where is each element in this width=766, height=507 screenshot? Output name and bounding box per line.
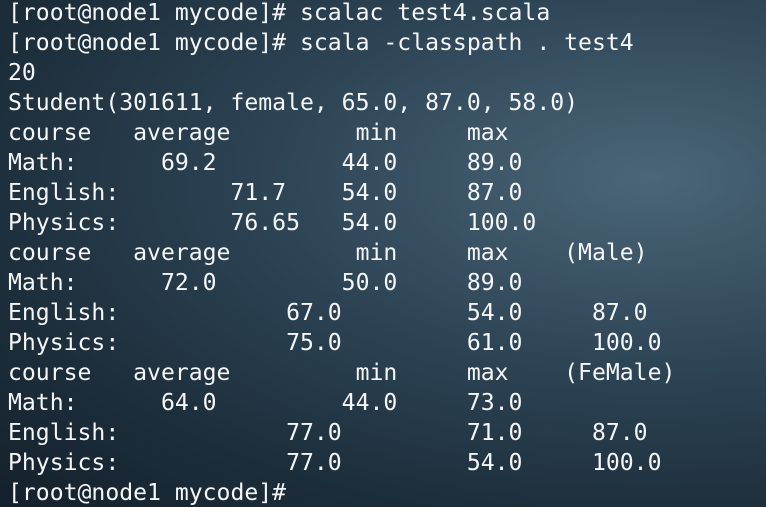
table-row: Math: 72.0 50.0 89.0 xyxy=(8,270,523,296)
table-row: English: 67.0 54.0 87.0 xyxy=(8,300,648,326)
terminal-prompt[interactable]: [root@node1 mycode]# xyxy=(8,478,675,507)
table-row: English: 77.0 71.0 87.0 xyxy=(8,420,648,446)
terminal-line-output: 20 xyxy=(8,60,36,86)
prompt-text: [root@node1 mycode]# xyxy=(8,480,287,506)
table-header-overall: course average min max xyxy=(8,120,509,146)
terminal-output: [root@node1 mycode]# scalac test4.scala [… xyxy=(8,0,675,507)
table-header-male: course average min max (Male) xyxy=(8,240,648,266)
table-row: Physics: 76.65 54.0 100.0 xyxy=(8,210,537,236)
table-row: Physics: 77.0 54.0 100.0 xyxy=(8,450,662,476)
terminal-window[interactable]: [root@node1 mycode]# scalac test4.scala [… xyxy=(0,0,766,507)
table-header-female: course average min max (FeMale) xyxy=(8,360,676,386)
terminal-line-command: [root@node1 mycode]# scala -classpath . … xyxy=(8,30,634,56)
table-row: Math: 69.2 44.0 89.0 xyxy=(8,150,523,176)
terminal-line-command: [root@node1 mycode]# scalac test4.scala xyxy=(8,0,551,26)
table-row: Math: 64.0 44.0 73.0 xyxy=(8,390,523,416)
table-row: English: 71.7 54.0 87.0 xyxy=(8,180,523,206)
terminal-line-output: Student(301611, female, 65.0, 87.0, 58.0… xyxy=(8,90,579,116)
table-row: Physics: 75.0 61.0 100.0 xyxy=(8,330,662,356)
